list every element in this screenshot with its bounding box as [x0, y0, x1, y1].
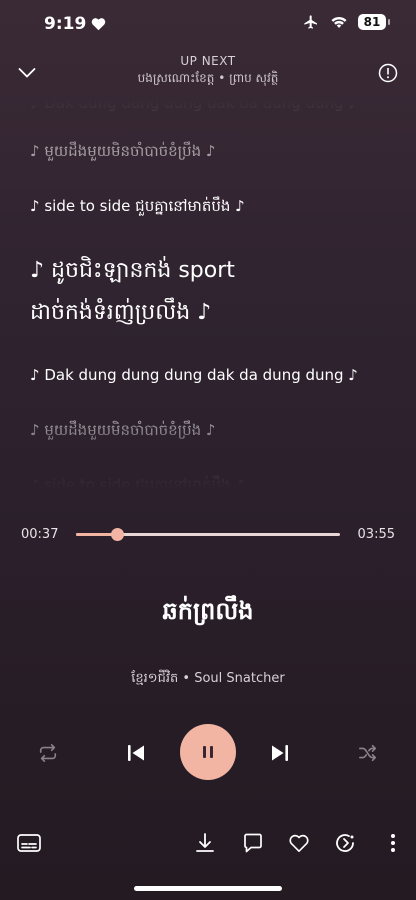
lyric-line[interactable]: ♪ Dak dung dung dung dak da dung dung ♪ [30, 364, 392, 386]
tempo-button[interactable] [333, 830, 359, 856]
previous-icon [128, 745, 144, 761]
download-icon [196, 833, 214, 852]
lyrics-panel[interactable]: ♪ Dak dung dung dung dak da dung dung ♪ … [30, 100, 392, 490]
song-title: ឆក់ព្រលឹង [162, 597, 254, 625]
home-indicator[interactable] [134, 886, 282, 891]
repeat-icon [39, 744, 57, 762]
lyric-line[interactable]: ♪ side to side ជួបគ្នានៅមាត់បឹង ♪ [30, 195, 392, 217]
wifi-icon [331, 16, 347, 28]
up-next-song: បងស្រណោះខែត្ត • ព្រាប សុវត្ថិ [137, 71, 279, 85]
like-button[interactable] [286, 830, 312, 856]
lyric-line[interactable]: ♪ side to side ជួបគ្នានៅមាត់បឹង ♪ [30, 474, 392, 490]
more-icon [391, 834, 395, 852]
heart-icon [289, 834, 309, 852]
subtitles-button[interactable] [16, 830, 42, 856]
up-next-label: UP NEXT [180, 54, 236, 68]
lyric-line-current[interactable]: ♪ ដូចជិះឡានកង់ sport ដាច់កង់ទំរញ់ប្រលឹង … [30, 250, 392, 334]
status-time-text: 9:19 [44, 14, 87, 34]
airplane-icon [304, 15, 317, 29]
next-icon [272, 745, 288, 761]
elapsed-time: 00:37 [21, 527, 59, 542]
pause-icon [203, 746, 213, 758]
shuffle-button[interactable] [354, 740, 382, 766]
status-time: 9:19 [44, 14, 106, 34]
progress-thumb[interactable] [111, 528, 125, 541]
next-button[interactable] [266, 740, 294, 766]
shuffle-icon [359, 744, 377, 762]
comment-icon [244, 833, 262, 853]
duration-time: 03:55 [357, 527, 395, 542]
download-button[interactable] [192, 830, 218, 856]
subtitles-icon [17, 834, 41, 852]
battery-indicator: 81 [358, 14, 390, 30]
up-next[interactable]: UP NEXT បងស្រណោះខែត្ត • ព្រាប សុវត្ថិ [0, 54, 416, 88]
lyric-line[interactable]: ♪ Dak dung dung dung dak da dung dung ♪ [30, 100, 392, 114]
tempo-icon [336, 834, 354, 852]
more-button[interactable] [380, 830, 406, 856]
lyric-line[interactable]: ♪ មួយដឹងមួយមិនចាំបាច់ខំប្រឹង ♪ [30, 140, 392, 162]
heart-status-icon [92, 18, 106, 31]
comment-button[interactable] [240, 830, 266, 856]
info-button[interactable] [378, 63, 398, 87]
status-indicators: 81 [302, 14, 390, 30]
repeat-button[interactable] [34, 740, 62, 766]
previous-button[interactable] [122, 740, 150, 766]
lyric-line[interactable]: ♪ មួយដឹងមួយមិនចាំបាច់ខំប្រឹង ♪ [30, 419, 392, 441]
info-icon [378, 63, 398, 83]
artist-album[interactable]: ខ្មែរ១ជីវិត • Soul Snatcher [0, 670, 416, 689]
pause-button[interactable] [180, 724, 236, 780]
